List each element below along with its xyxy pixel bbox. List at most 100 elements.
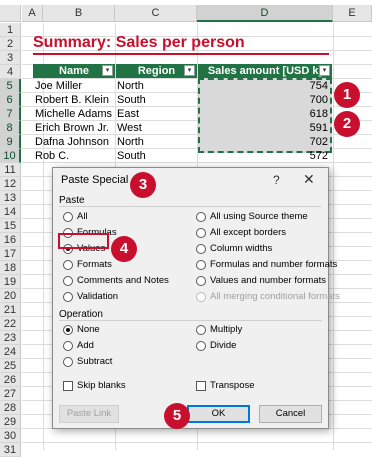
transpose-checkbox[interactable] (196, 381, 206, 391)
radio-formulas-and-number-formats[interactable] (196, 260, 206, 270)
row-header[interactable]: 16 (0, 233, 21, 247)
column-header-c[interactable]: C (115, 5, 197, 22)
radio-values-and-number-formats[interactable] (196, 276, 206, 286)
row-header[interactable]: 13 (0, 191, 21, 205)
cell-sales[interactable]: 618 (200, 107, 328, 121)
skip-blanks-checkbox[interactable] (63, 381, 73, 391)
row-header[interactable]: 11 (0, 163, 21, 177)
cell-region[interactable]: North (117, 79, 197, 93)
filter-dropdown-icon[interactable]: ▾ (184, 65, 195, 76)
row-header[interactable]: 21 (0, 303, 21, 317)
row-header[interactable]: 23 (0, 331, 21, 345)
step-badge-4: 4 (111, 236, 137, 262)
radio-label: All (77, 211, 88, 222)
column-header-a[interactable]: A (22, 5, 43, 22)
row-header[interactable]: 9 (0, 135, 21, 149)
cell-region[interactable]: South (117, 93, 197, 107)
row-header[interactable]: 31 (0, 443, 21, 457)
paste-special-dialog: Paste Special ? ✕ Paste All Formulas Val… (52, 167, 340, 429)
radio-column-widths[interactable] (196, 244, 206, 254)
row-header[interactable]: 5 (0, 79, 21, 93)
row-header[interactable]: 24 (0, 345, 21, 359)
row-header[interactable]: 12 (0, 177, 21, 191)
column-header-e[interactable]: E (333, 5, 372, 22)
cell-name[interactable]: Michelle Adams (35, 107, 115, 121)
row-header[interactable]: 30 (0, 429, 21, 443)
filter-dropdown-icon[interactable]: ▾ (319, 65, 330, 76)
row-header[interactable]: 29 (0, 415, 21, 429)
summary-title: Summary: Sales per person (33, 33, 329, 55)
radio-formats[interactable] (63, 260, 73, 270)
cell-name[interactable]: Robert B. Klein (35, 93, 115, 107)
radio-op-multiply[interactable] (196, 325, 206, 335)
paste-link-button: Paste Link (59, 405, 119, 423)
radio-label: All except borders (210, 227, 287, 238)
cell-name[interactable]: Joe Miller (35, 79, 115, 93)
radio-op-none[interactable] (63, 325, 73, 335)
step-badge-5: 5 (164, 403, 190, 429)
radio-label: All using Source theme (210, 211, 308, 222)
row-header[interactable]: 15 (0, 219, 21, 233)
cell-name[interactable]: Dafna Johnson (35, 135, 115, 149)
step-badge-1: 1 (334, 82, 360, 108)
radio-op-add[interactable] (63, 341, 73, 351)
dialog-title: Paste Special (61, 174, 129, 186)
divider (59, 320, 322, 321)
cell-region[interactable]: North (117, 135, 197, 149)
radio-label: Values and number formats (210, 275, 326, 286)
cancel-button[interactable]: Cancel (259, 405, 322, 423)
cell-sales[interactable]: 572 (200, 149, 328, 163)
select-all-corner[interactable] (0, 5, 21, 22)
row-header[interactable]: 18 (0, 261, 21, 275)
radio-label: Validation (77, 291, 119, 302)
radio-label: Divide (210, 340, 237, 351)
radio-label: Column widths (210, 243, 273, 254)
cell-region[interactable]: West (117, 121, 197, 135)
column-header-b[interactable]: B (43, 5, 115, 22)
table-header-label: Sales amount [USD k] (207, 65, 323, 77)
radio-op-divide[interactable] (196, 341, 206, 351)
row-header[interactable]: 6 (0, 93, 21, 107)
radio-label: Add (77, 340, 94, 351)
radio-validation[interactable] (63, 292, 73, 302)
close-icon[interactable]: ✕ (303, 171, 315, 188)
row-header[interactable]: 27 (0, 387, 21, 401)
help-icon[interactable]: ? (273, 173, 280, 187)
row-header[interactable]: 28 (0, 401, 21, 415)
cell-sales[interactable]: 591 (200, 121, 328, 135)
row-header[interactable]: 10 (0, 149, 21, 163)
table-header-label: Region (137, 65, 176, 77)
cell-region[interactable]: South (117, 149, 197, 163)
row-header[interactable]: 19 (0, 275, 21, 289)
radio-all-except-borders[interactable] (196, 228, 206, 238)
filter-dropdown-icon[interactable]: ▾ (102, 65, 113, 76)
row-header[interactable]: 17 (0, 247, 21, 261)
row-header[interactable]: 3 (0, 51, 21, 65)
radio-all-merging-conditional-formats (196, 292, 206, 302)
cell-sales[interactable]: 754 (200, 79, 328, 93)
row-header[interactable]: 26 (0, 373, 21, 387)
row-header[interactable]: 14 (0, 205, 21, 219)
cell-name[interactable]: Rob C. (35, 149, 115, 163)
cell-sales[interactable]: 700 (200, 93, 328, 107)
row-header[interactable]: 25 (0, 359, 21, 373)
ok-button[interactable]: OK (187, 405, 250, 423)
row-header[interactable]: 1 (0, 23, 21, 37)
row-header[interactable]: 4 (0, 65, 21, 79)
row-header[interactable]: 2 (0, 37, 21, 51)
radio-label: Subtract (77, 356, 113, 367)
row-header[interactable]: 8 (0, 121, 21, 135)
cell-region[interactable]: East (117, 107, 197, 121)
cell-sales[interactable]: 702 (200, 135, 328, 149)
row-header[interactable]: 22 (0, 317, 21, 331)
radio-comments-and-notes[interactable] (63, 276, 73, 286)
row-header[interactable]: 20 (0, 289, 21, 303)
radio-all[interactable] (63, 212, 73, 222)
row-header[interactable]: 7 (0, 107, 21, 121)
radio-label: All merging conditional formats (210, 291, 340, 302)
radio-all-using-source-theme[interactable] (196, 212, 206, 222)
cell-name[interactable]: Erich Brown Jr. (35, 121, 115, 135)
column-header-d[interactable]: D (197, 5, 333, 22)
divider (59, 206, 322, 207)
radio-op-subtract[interactable] (63, 357, 73, 367)
